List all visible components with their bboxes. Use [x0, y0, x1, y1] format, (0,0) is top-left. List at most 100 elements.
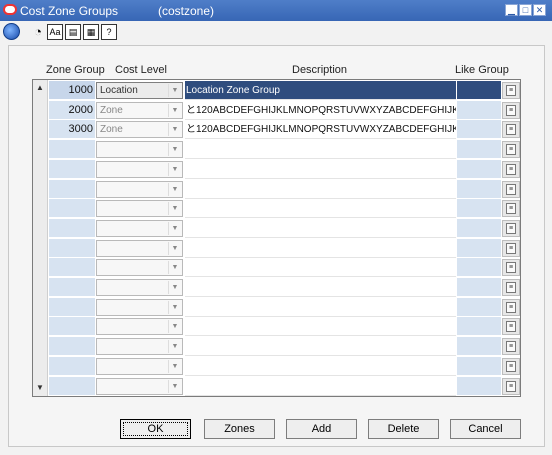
description-cell[interactable]: Location Zone Group [185, 81, 456, 100]
like-group-lookup-button[interactable]: ≡ [502, 298, 520, 316]
chevron-down-icon[interactable]: ▼ [168, 379, 181, 393]
like-group-cell[interactable] [457, 100, 501, 120]
zone-group-cell[interactable]: 1000 [49, 81, 95, 100]
description-cell[interactable] [185, 218, 456, 238]
chevron-down-icon[interactable]: ▼ [168, 300, 181, 314]
table-row[interactable]: ▼ ≡ [49, 278, 521, 297]
like-group-cell[interactable] [457, 337, 501, 357]
cost-level-select[interactable]: ▼ [96, 377, 183, 395]
chevron-down-icon[interactable]: ▼ [168, 281, 181, 294]
zone-group-cell[interactable] [49, 317, 95, 337]
zone-group-cell[interactable] [49, 337, 95, 357]
zone-group-cell[interactable] [49, 179, 95, 199]
table-row[interactable]: ▼ ≡ [49, 218, 521, 238]
description-cell[interactable] [185, 179, 456, 199]
chevron-down-icon[interactable]: ▼ [168, 261, 181, 275]
description-cell[interactable] [185, 297, 456, 317]
like-group-lookup-button[interactable]: ≡ [502, 82, 520, 99]
chevron-down-icon[interactable]: ▼ [168, 143, 181, 157]
vertical-scrollbar[interactable]: ▲ ▼ [33, 80, 48, 396]
table-row[interactable]: ▼ ≡ [49, 179, 521, 199]
cost-level-select[interactable]: ▼ [96, 259, 183, 277]
chevron-down-icon[interactable]: ▼ [168, 202, 181, 216]
notes-icon[interactable]: ▤ [65, 24, 81, 40]
table-row[interactable]: 2000 Zone ▼ と120ABCDEFGHIJKLMNOPQRSTUVWXYZA… [49, 100, 521, 120]
description-cell[interactable] [185, 238, 456, 258]
like-group-lookup-button[interactable]: ≡ [502, 141, 520, 159]
chevron-down-icon[interactable]: ▼ [168, 241, 181, 255]
minimize-icon[interactable]: ▁ [505, 4, 518, 16]
zone-group-cell[interactable] [49, 356, 95, 376]
like-group-cell[interactable] [457, 140, 501, 160]
zone-group-cell[interactable] [49, 258, 95, 278]
scroll-up-icon[interactable]: ▲ [35, 83, 45, 93]
zone-group-cell[interactable] [49, 199, 95, 219]
zone-group-cell[interactable]: 2000 [49, 100, 95, 120]
like-group-cell[interactable] [457, 199, 501, 219]
zone-group-cell[interactable] [49, 140, 95, 160]
like-group-cell[interactable] [457, 376, 501, 396]
like-group-lookup-button[interactable]: ≡ [502, 279, 520, 296]
cost-level-select[interactable]: Location ▼ [96, 82, 183, 99]
cost-level-select[interactable]: ▼ [96, 338, 183, 356]
like-group-lookup-button[interactable]: ≡ [502, 377, 520, 395]
like-group-lookup-button[interactable]: ≡ [502, 357, 520, 375]
chevron-down-icon[interactable]: ▼ [168, 359, 181, 373]
spellcheck-icon[interactable]: Aa [47, 24, 63, 40]
table-row[interactable]: 3000 Zone ▼ と120ABCDEFGHIJKLMNOPQRSTUVWXYZA… [49, 120, 521, 140]
maximize-icon[interactable]: □ [519, 4, 532, 16]
description-cell[interactable] [185, 337, 456, 357]
cost-level-select[interactable]: ▼ [96, 160, 183, 178]
cost-level-select[interactable]: ▼ [96, 298, 183, 316]
chevron-down-icon[interactable]: ▼ [168, 162, 181, 176]
table-row[interactable]: ▼ ≡ [49, 199, 521, 219]
description-cell[interactable] [185, 278, 456, 297]
zone-group-cell[interactable] [49, 218, 95, 238]
like-group-lookup-button[interactable]: ≡ [502, 338, 520, 356]
zone-group-cell[interactable] [49, 159, 95, 179]
table-row[interactable]: ▼ ≡ [49, 297, 521, 317]
cost-level-select[interactable]: ▼ [96, 180, 183, 198]
cost-level-select[interactable]: ▼ [96, 357, 183, 375]
zone-group-cell[interactable] [49, 278, 95, 297]
like-group-cell[interactable] [457, 278, 501, 297]
like-group-lookup-button[interactable]: ≡ [502, 219, 520, 237]
chevron-down-icon[interactable]: ▼ [168, 221, 181, 235]
add-button[interactable]: Add [286, 419, 357, 439]
table-row[interactable]: ▼ ≡ [49, 140, 521, 160]
chevron-down-icon[interactable]: ▼ [168, 340, 181, 354]
like-group-cell[interactable] [457, 159, 501, 179]
like-group-cell[interactable] [457, 218, 501, 238]
help-icon[interactable]: ◔ [30, 24, 46, 40]
like-group-lookup-button[interactable]: ≡ [502, 318, 520, 336]
table-row[interactable]: ▼ ≡ [49, 238, 521, 258]
chevron-down-icon[interactable]: ▼ [168, 320, 181, 334]
table-row[interactable]: ▼ ≡ [49, 317, 521, 337]
delete-button[interactable]: Delete [368, 419, 439, 439]
description-cell[interactable] [185, 199, 456, 219]
table-row[interactable]: ▼ ≡ [49, 337, 521, 357]
table-row[interactable]: 1000 Location ▼ Location Zone Group ≡ [49, 81, 521, 100]
description-cell[interactable] [185, 258, 456, 278]
chevron-down-icon[interactable]: ▼ [168, 103, 181, 117]
cost-level-select[interactable]: ▼ [96, 200, 183, 218]
table-row[interactable]: ▼ ≡ [49, 356, 521, 376]
description-cell[interactable] [185, 140, 456, 160]
cost-level-select[interactable]: ▼ [96, 279, 183, 296]
description-cell[interactable] [185, 356, 456, 376]
like-group-lookup-button[interactable]: ≡ [502, 160, 520, 178]
cost-level-select[interactable]: ▼ [96, 318, 183, 336]
description-cell[interactable]: と120ABCDEFGHIJKLMNOPQRSTUVWXYZABCDEFGHIJ… [185, 120, 456, 140]
like-group-lookup-button[interactable]: ≡ [502, 121, 520, 139]
zone-group-cell[interactable]: 3000 [49, 120, 95, 140]
cost-level-select[interactable]: Zone ▼ [96, 121, 183, 139]
like-group-lookup-button[interactable]: ≡ [502, 101, 520, 119]
description-cell[interactable]: と120ABCDEFGHIJKLMNOPQRSTUVWXYZABCDEFGHIJ… [185, 100, 456, 120]
table-row[interactable]: ▼ ≡ [49, 159, 521, 179]
like-group-cell[interactable] [457, 238, 501, 258]
cost-level-select[interactable]: ▼ [96, 141, 183, 159]
close-icon[interactable]: ✕ [533, 4, 546, 16]
globe-icon[interactable] [3, 23, 20, 40]
like-group-lookup-button[interactable]: ≡ [502, 239, 520, 257]
description-cell[interactable] [185, 376, 456, 396]
